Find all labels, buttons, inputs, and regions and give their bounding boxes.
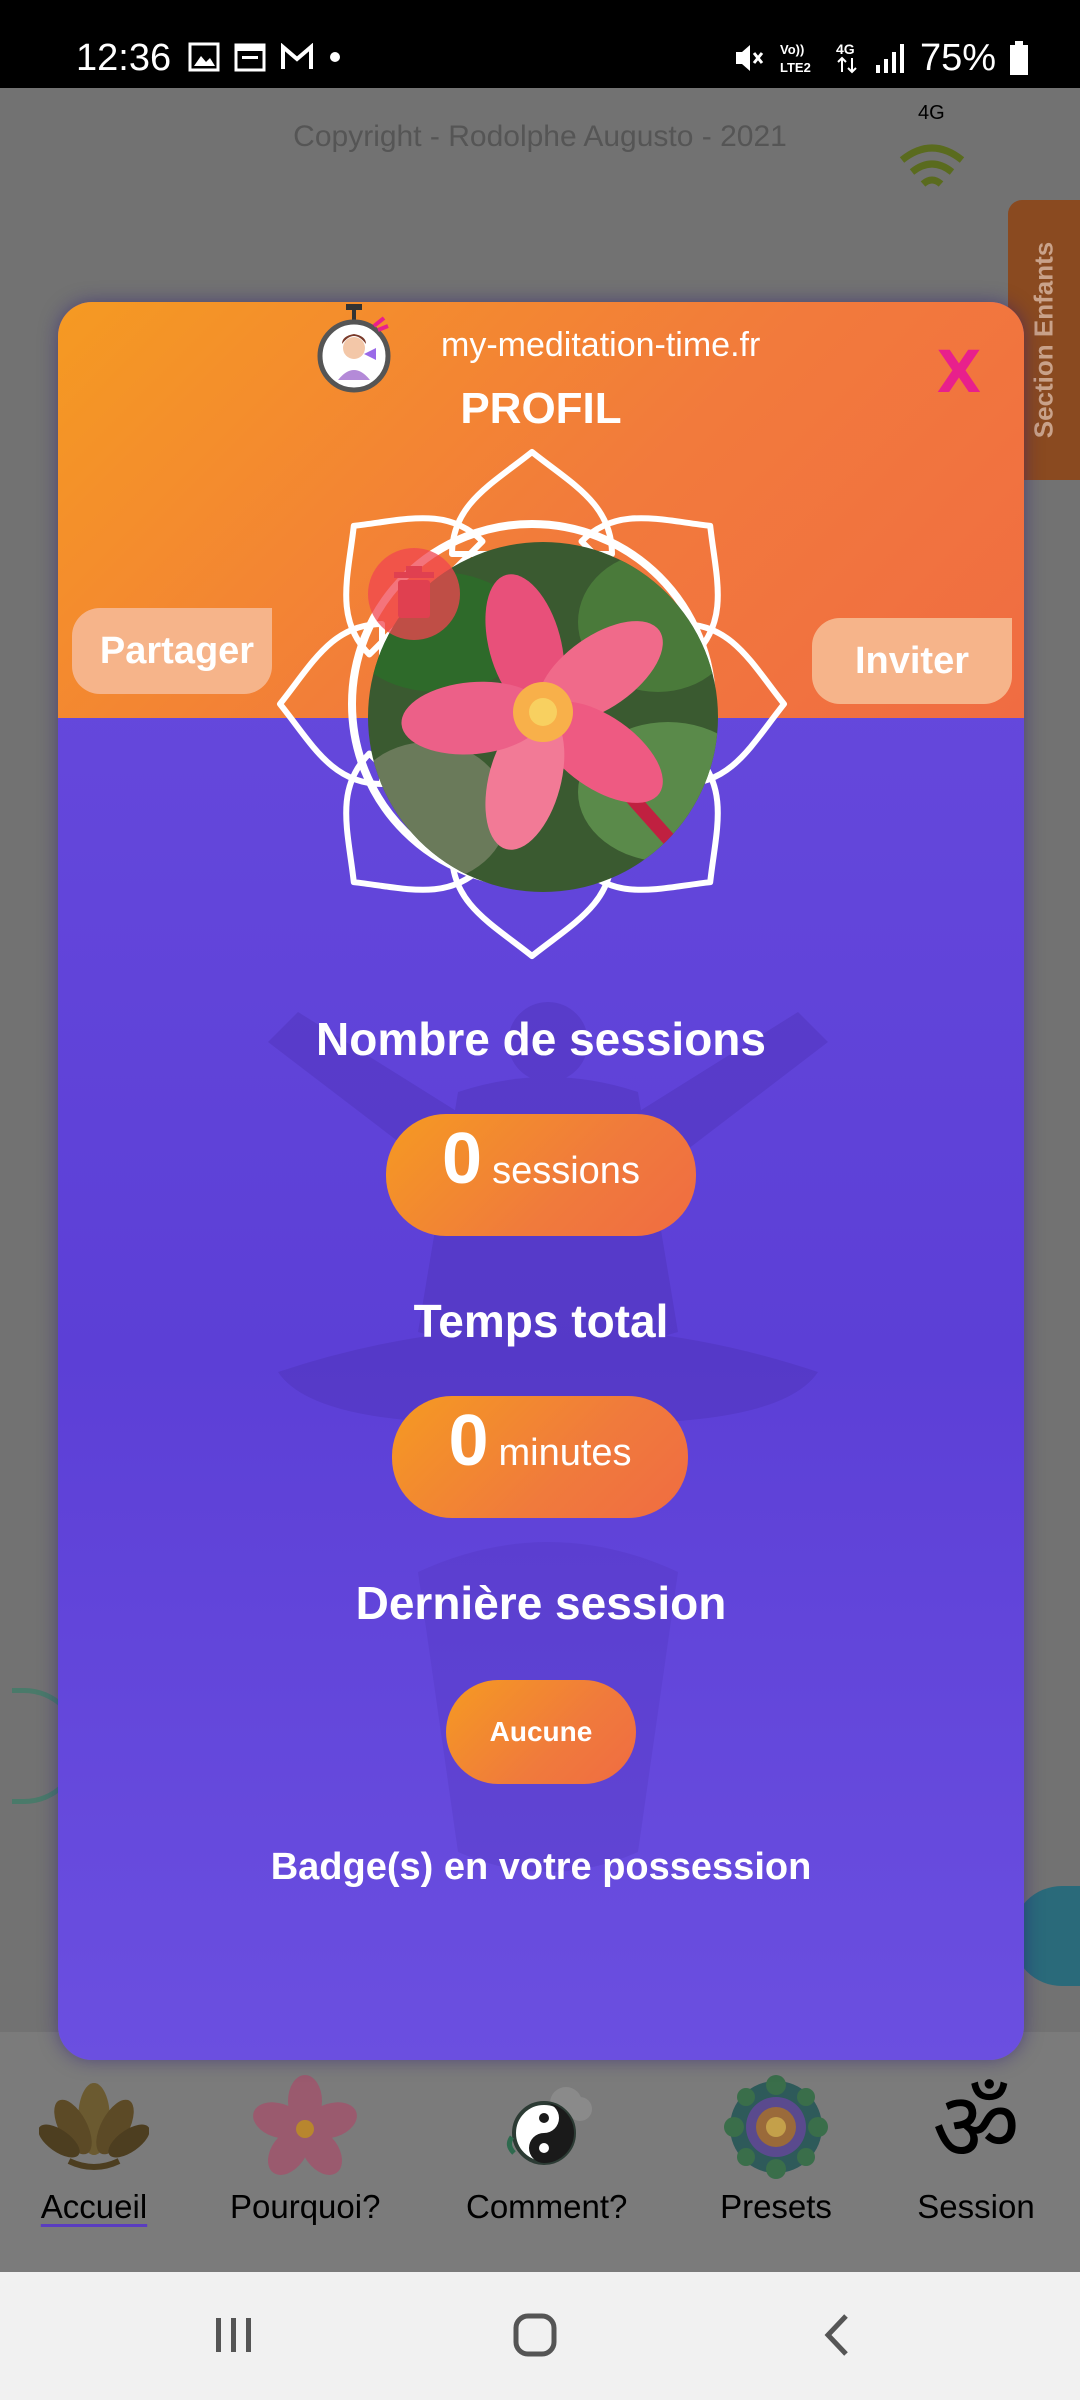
network-label: 4G (918, 102, 945, 124)
battery-percent: 75% (919, 37, 996, 79)
nav-accueil-label: Accueil (40, 2188, 148, 2225)
home-icon[interactable] (512, 2312, 558, 2358)
close-button[interactable]: X (934, 342, 984, 402)
om-icon: ॐ (932, 2071, 1020, 2183)
svg-text:LTE2: LTE2 (780, 60, 811, 75)
last-session-value: Aucune (446, 1680, 636, 1784)
sessions-count: 0 (442, 1119, 483, 1199)
status-time: 12:36 (76, 37, 172, 79)
profile-modal: my-meditation-time.fr PROFIL X Partager … (58, 302, 1024, 2060)
bottom-navigation: Accueil Pourquoi? Comment? Presets ॐ Ses… (0, 2032, 1080, 2272)
mute-icon (735, 45, 764, 71)
wifi-icon (899, 144, 965, 187)
battery-icon (1010, 41, 1028, 75)
sessions-unit: sessions (492, 1150, 640, 1192)
dot-icon (330, 52, 340, 62)
total-time-pill: 0 minutes (392, 1396, 688, 1518)
nav-presets[interactable]: Presets (716, 2072, 836, 2226)
svg-text:Vo)): Vo)) (780, 42, 804, 57)
trash-icon (394, 566, 434, 618)
app-logo-icon (317, 304, 391, 393)
nav-comment-label: Comment? (466, 2188, 628, 2225)
back-icon[interactable] (818, 2312, 858, 2358)
mandala-icon (716, 2072, 836, 2182)
total-time-unit: minutes (498, 1432, 632, 1474)
modal-title: PROFIL (460, 384, 622, 433)
yin-yang-icon (487, 2072, 607, 2182)
total-time-value: 0 (448, 1401, 489, 1481)
total-time-heading: Temps total (413, 1295, 669, 1347)
badges-heading: Badge(s) en votre possession (270, 1846, 812, 1888)
invite-button[interactable]: Inviter (812, 618, 1012, 704)
notification-icons (188, 42, 342, 72)
status-bar: 12:36 Vo)) LTE2 4G 75% (0, 0, 1080, 88)
lotus-icon (34, 2072, 154, 2182)
4g-icon: 4G (836, 41, 857, 74)
volte-icon: Vo)) LTE2 (780, 42, 811, 75)
signal-icon (875, 44, 904, 73)
nav-session[interactable]: ॐ Session (916, 2072, 1036, 2226)
recent-apps-icon[interactable] (212, 2312, 256, 2358)
image-icon (188, 42, 220, 72)
flower-icon (245, 2072, 365, 2182)
gmail-icon (281, 43, 313, 69)
delete-photo-button[interactable] (368, 548, 460, 640)
last-session-heading: Dernière session (355, 1577, 727, 1629)
system-navigation-bar (0, 2272, 1080, 2400)
nav-comment[interactable]: Comment? (466, 2072, 627, 2226)
svg-text:4G: 4G (836, 41, 855, 57)
section-enfants-label: Section Enfants (1028, 241, 1059, 439)
nav-session-label: Session (917, 2188, 1035, 2225)
share-button[interactable]: Partager (72, 608, 272, 694)
nav-accueil[interactable]: Accueil (34, 2072, 154, 2226)
sessions-heading: Nombre de sessions (316, 1013, 766, 1065)
nav-pourquoi-label: Pourquoi? (230, 2188, 381, 2225)
status-right-icons: Vo)) LTE2 4G 75% (732, 36, 1030, 80)
nav-pourquoi[interactable]: Pourquoi? (230, 2072, 380, 2226)
nav-presets-label: Presets (720, 2188, 832, 2225)
site-name: my-meditation-time.fr (441, 326, 761, 364)
sessions-count-pill: 0 sessions (386, 1114, 696, 1236)
calendar-icon (234, 43, 266, 72)
